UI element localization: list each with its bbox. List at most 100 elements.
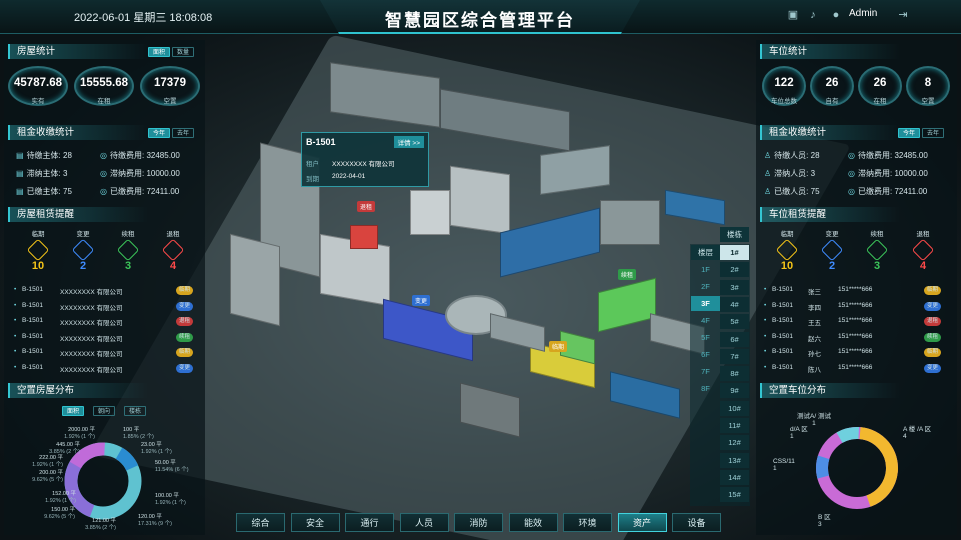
parking-title: 车位统计 (760, 44, 807, 59)
tab-area[interactable]: 面积 (148, 47, 171, 57)
screen-icon[interactable]: ▣ (786, 8, 800, 22)
tab-last-year[interactable]: 去年 (172, 128, 195, 138)
tab-count[interactable]: 数量 (172, 47, 195, 57)
floor-item[interactable]: 3F (691, 296, 720, 311)
table-row[interactable]: • B-1501 XXXXXXXX 有限公司 变更 (14, 362, 199, 376)
label-percent: 1.92% (1 个) (32, 461, 63, 468)
person-icon: ♙ (764, 169, 772, 178)
table-row[interactable]: • B-1501 XXXXXXXX 有限公司 临期 (14, 284, 199, 298)
tab-orientation[interactable]: 朝向 (93, 406, 116, 416)
nav-tab-5[interactable]: 能效 (508, 513, 558, 532)
table-row[interactable]: • B-1501 陈八 151*****666 变更 (764, 362, 949, 376)
remind-renew[interactable]: 续租 3 (857, 228, 897, 272)
building-item[interactable]: 12# (720, 435, 749, 451)
nav-tab-1[interactable]: 安全 (290, 513, 340, 532)
stat-rented: 26 在租 (858, 66, 902, 116)
remind-change[interactable]: 变更 2 (812, 228, 852, 272)
donut-label: 152.00 平 1.92% (1 个) (26, 491, 76, 504)
room-cell: B-1501 (772, 301, 793, 309)
building-item[interactable]: 9# (720, 383, 749, 399)
remind-retreat[interactable]: 退租 4 (903, 228, 943, 272)
table-row[interactable]: • B-1501 李四 151*****666 变更 (764, 300, 949, 314)
building-item[interactable]: 7# (720, 348, 749, 364)
table-row[interactable]: • B-1501 孙七 151*****666 临期 (764, 346, 949, 360)
remind-renew[interactable]: 续租 3 (108, 228, 148, 272)
building-item[interactable]: 4# (720, 296, 749, 312)
building-item[interactable]: 13# (720, 452, 749, 468)
table-row[interactable]: • B-1501 张三 151*****666 临期 (764, 284, 949, 298)
nav-tab-7[interactable]: 资产 (617, 513, 667, 532)
table-row[interactable]: • B-1501 XXXXXXXX 有限公司 临期 (14, 346, 199, 360)
status-badge: 临期 (176, 348, 194, 357)
stat-vacant: 17379 空置 (140, 66, 200, 116)
coin-icon: ◎ (848, 187, 855, 196)
map-tag-retreat[interactable]: 退租 (357, 201, 376, 212)
table-row[interactable]: • B-1501 王五 151*****666 退租 (764, 315, 949, 329)
bell-icon[interactable]: ♪ (806, 8, 820, 22)
parking-remind-title: 车位租赁提醒 (760, 207, 826, 222)
label-percent: 9.62% (5 个) (32, 476, 63, 483)
name-cell: 陈八 (808, 366, 821, 374)
floor-item[interactable]: 5F (691, 330, 720, 345)
nav-tab-8[interactable]: 设备 (672, 513, 721, 532)
detail-button[interactable]: 详情 >> (393, 136, 424, 148)
bullet-icon: • (764, 332, 767, 340)
floor-item[interactable]: 1F (691, 262, 720, 277)
nav-tab-3[interactable]: 人员 (399, 513, 449, 532)
map-tag-change[interactable]: 变更 (412, 295, 431, 306)
label-percent: 3.85% (2 个) (85, 524, 116, 531)
table-row[interactable]: • B-1501 XXXXXXXX 有限公司 续租 (14, 331, 199, 345)
floor-item[interactable]: 2F (691, 279, 720, 294)
nav-tab-0[interactable]: 综合 (236, 513, 285, 532)
bullet-icon: • (764, 301, 767, 309)
floor-item[interactable]: 8F (691, 381, 720, 396)
logout-icon[interactable]: ⇥ (896, 8, 910, 22)
building-item[interactable]: 15# (720, 487, 749, 503)
remind-change[interactable]: 变更 2 (63, 228, 103, 272)
coin-icon: ◎ (100, 187, 107, 196)
map-tag-renew[interactable]: 续租 (618, 269, 637, 280)
building-item[interactable]: 6# (720, 331, 749, 347)
floor-item[interactable]: 楼层 (691, 245, 720, 260)
floor-item[interactable]: 7F (691, 364, 720, 379)
nav-tab-6[interactable]: 环境 (563, 513, 612, 532)
person-icon: ♙ (764, 151, 772, 160)
label-percent: 1.92% (1 个) (141, 448, 172, 455)
rent-row: ♙ 已缴人员: 75 (764, 187, 820, 196)
table-row[interactable]: • B-1501 XXXXXXXX 有限公司 退租 (14, 315, 199, 329)
building-item[interactable]: 10# (720, 400, 749, 416)
building-item[interactable]: 14# (720, 469, 749, 485)
remind-expiring[interactable]: 临期 10 (18, 228, 58, 272)
donut-label: 200.00 平 9.62% (5 个) (13, 470, 63, 483)
house-stats-title: 房屋统计 (8, 44, 55, 59)
tab-this-year[interactable]: 今年 (898, 128, 921, 138)
name-cell: 王五 (808, 320, 821, 327)
tab-building[interactable]: 楼栋 (124, 406, 147, 416)
tab-area[interactable]: 面积 (62, 406, 85, 416)
username[interactable]: Admin (849, 8, 877, 19)
company-cell: XXXXXXXX 有限公司 (60, 289, 123, 296)
building-item[interactable]: 1# (720, 245, 749, 260)
tab-last-year[interactable]: 去年 (922, 128, 945, 138)
nav-tab-4[interactable]: 消防 (454, 513, 503, 532)
building-item[interactable]: 11# (720, 418, 749, 433)
remind-expiring[interactable]: 临期 10 (767, 228, 807, 272)
room-cell: B-1501 (22, 332, 43, 340)
table-row[interactable]: • B-1501 赵六 151*****666 续租 (764, 331, 949, 345)
status-badge: 临期 (924, 286, 942, 295)
building-item[interactable]: 2# (720, 262, 749, 278)
donut-label: 100.00 平 1.92% (1 个) (155, 493, 186, 506)
building-item[interactable]: 5# (720, 314, 749, 330)
nav-tab-2[interactable]: 通行 (345, 513, 394, 532)
floor-item[interactable]: 6F (691, 347, 720, 362)
building-item[interactable]: 8# (720, 366, 749, 382)
rent-row: ▤ 待缴主体: 28 (16, 151, 72, 160)
tab-this-year[interactable]: 今年 (148, 128, 171, 138)
tenant-label: 租户 (306, 161, 319, 168)
floor-item[interactable]: 4F (691, 313, 720, 328)
table-row[interactable]: • B-1501 XXXXXXXX 有限公司 变更 (14, 300, 199, 314)
rent-right-title: 租金收缴统计 (760, 125, 826, 140)
building-item[interactable]: 3# (720, 279, 749, 295)
map-tag-expiring[interactable]: 临期 (549, 341, 568, 352)
remind-retreat[interactable]: 退租 4 (153, 228, 193, 272)
